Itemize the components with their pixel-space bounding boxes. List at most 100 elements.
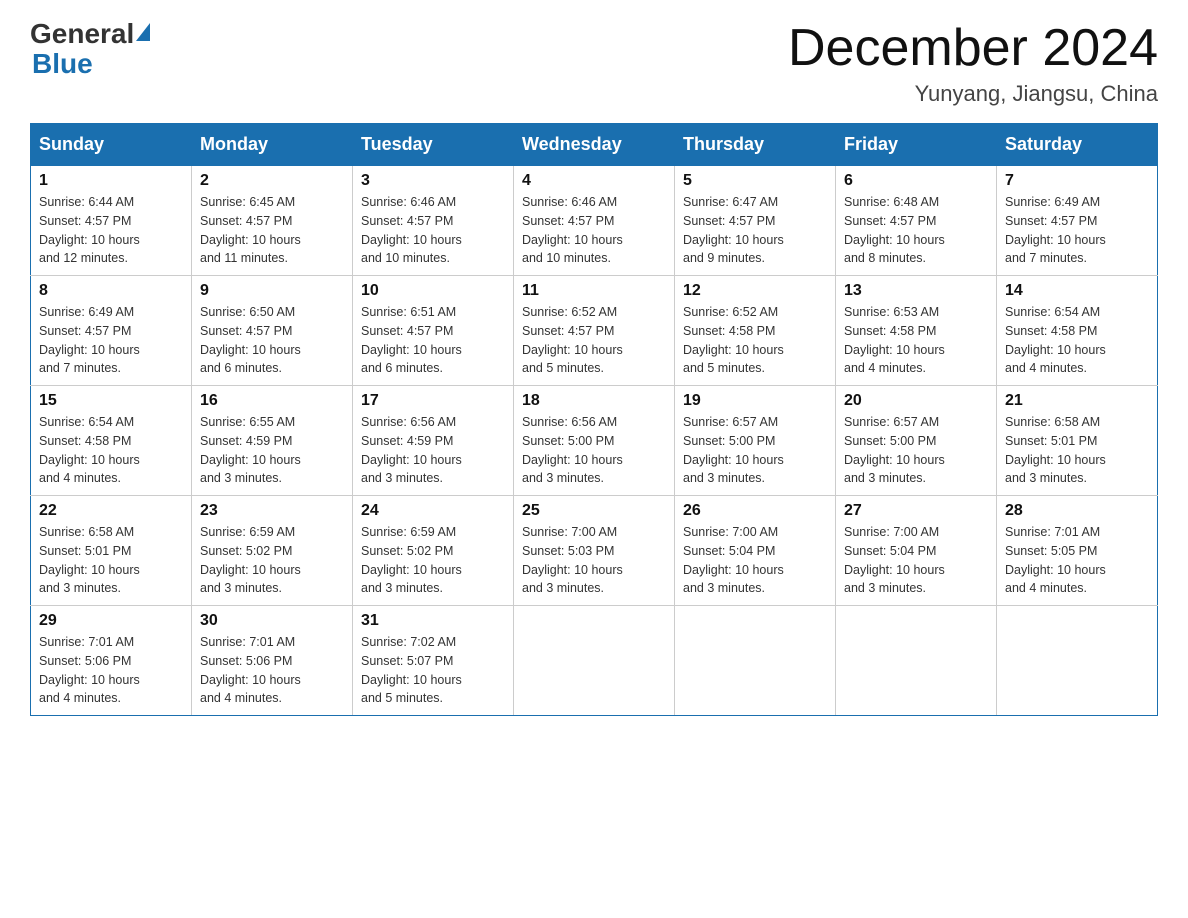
day-info: Sunrise: 7:01 AMSunset: 5:05 PMDaylight:… bbox=[1005, 523, 1149, 598]
day-info: Sunrise: 6:57 AMSunset: 5:00 PMDaylight:… bbox=[844, 413, 988, 488]
table-row: 5 Sunrise: 6:47 AMSunset: 4:57 PMDaylight… bbox=[675, 166, 836, 276]
table-row: 18Sunrise: 6:56 AMSunset: 5:00 PMDayligh… bbox=[514, 386, 675, 496]
col-tuesday: Tuesday bbox=[353, 124, 514, 166]
table-row: 9 Sunrise: 6:50 AMSunset: 4:57 PMDaylight… bbox=[192, 276, 353, 386]
day-number: 21 bbox=[1005, 392, 1149, 410]
day-number: 2 bbox=[200, 172, 344, 190]
table-row: 19Sunrise: 6:57 AMSunset: 5:00 PMDayligh… bbox=[675, 386, 836, 496]
week-row-5: 29 Sunrise: 7:01 AMSunset: 5:06 PMDayligh… bbox=[31, 606, 1158, 716]
logo-triangle-icon bbox=[136, 23, 150, 41]
day-info: Sunrise: 7:01 AMSunset: 5:06 PMDaylight:… bbox=[200, 633, 344, 708]
table-row: 22 Sunrise: 6:58 AMSunset: 5:01 PMDayligh… bbox=[31, 496, 192, 606]
table-row: 30Sunrise: 7:01 AMSunset: 5:06 PMDayligh… bbox=[192, 606, 353, 716]
day-info: Sunrise: 6:54 AMSunset: 4:58 PMDaylight:… bbox=[39, 413, 183, 488]
day-info: Sunrise: 6:55 AMSunset: 4:59 PMDaylight:… bbox=[200, 413, 344, 488]
col-saturday: Saturday bbox=[997, 124, 1158, 166]
day-info: Sunrise: 6:49 AMSunset: 4:57 PMDaylight:… bbox=[1005, 193, 1149, 268]
day-number: 4 bbox=[522, 172, 666, 190]
day-info: Sunrise: 6:52 AMSunset: 4:57 PMDaylight:… bbox=[522, 303, 666, 378]
day-number: 20 bbox=[844, 392, 988, 410]
day-number: 5 bbox=[683, 172, 827, 190]
day-number: 13 bbox=[844, 282, 988, 300]
logo: General Blue bbox=[30, 20, 152, 80]
table-row: 8Sunrise: 6:49 AMSunset: 4:57 PMDaylight… bbox=[31, 276, 192, 386]
day-number: 11 bbox=[522, 282, 666, 300]
day-info: Sunrise: 6:59 AMSunset: 5:02 PMDaylight:… bbox=[361, 523, 505, 598]
header-row: Sunday Monday Tuesday Wednesday Thursday… bbox=[31, 124, 1158, 166]
table-row: 3Sunrise: 6:46 AMSunset: 4:57 PMDaylight… bbox=[353, 166, 514, 276]
day-number: 7 bbox=[1005, 172, 1149, 190]
day-number: 9 bbox=[200, 282, 344, 300]
week-row-1: 1 Sunrise: 6:44 AMSunset: 4:57 PMDaylight… bbox=[31, 166, 1158, 276]
calendar-table: Sunday Monday Tuesday Wednesday Thursday… bbox=[30, 123, 1158, 716]
table-row: 28 Sunrise: 7:01 AMSunset: 5:05 PMDayligh… bbox=[997, 496, 1158, 606]
day-info: Sunrise: 6:47 AMSunset: 4:57 PMDaylight:… bbox=[683, 193, 827, 268]
day-number: 27 bbox=[844, 502, 988, 520]
week-row-3: 15 Sunrise: 6:54 AMSunset: 4:58 PMDayligh… bbox=[31, 386, 1158, 496]
day-number: 22 bbox=[39, 502, 183, 520]
day-number: 1 bbox=[39, 172, 183, 190]
day-info: Sunrise: 7:00 AMSunset: 5:03 PMDaylight:… bbox=[522, 523, 666, 598]
calendar-subtitle: Yunyang, Jiangsu, China bbox=[788, 81, 1158, 107]
table-row: 31Sunrise: 7:02 AMSunset: 5:07 PMDayligh… bbox=[353, 606, 514, 716]
header: General Blue December 2024 Yunyang, Jian… bbox=[30, 20, 1158, 107]
col-friday: Friday bbox=[836, 124, 997, 166]
day-info: Sunrise: 7:01 AMSunset: 5:06 PMDaylight:… bbox=[39, 633, 183, 708]
week-row-2: 8Sunrise: 6:49 AMSunset: 4:57 PMDaylight… bbox=[31, 276, 1158, 386]
logo-general-text: General bbox=[30, 20, 134, 48]
table-row: 14Sunrise: 6:54 AMSunset: 4:58 PMDayligh… bbox=[997, 276, 1158, 386]
table-row: 15 Sunrise: 6:54 AMSunset: 4:58 PMDayligh… bbox=[31, 386, 192, 496]
day-number: 24 bbox=[361, 502, 505, 520]
day-info: Sunrise: 6:58 AMSunset: 5:01 PMDaylight:… bbox=[39, 523, 183, 598]
table-row: 2 Sunrise: 6:45 AMSunset: 4:57 PMDaylight… bbox=[192, 166, 353, 276]
day-info: Sunrise: 6:50 AMSunset: 4:57 PMDaylight:… bbox=[200, 303, 344, 378]
day-number: 8 bbox=[39, 282, 183, 300]
day-info: Sunrise: 6:44 AMSunset: 4:57 PMDaylight:… bbox=[39, 193, 183, 268]
day-number: 6 bbox=[844, 172, 988, 190]
table-row: 21 Sunrise: 6:58 AMSunset: 5:01 PMDayligh… bbox=[997, 386, 1158, 496]
table-row: 26 Sunrise: 7:00 AMSunset: 5:04 PMDayligh… bbox=[675, 496, 836, 606]
title-area: December 2024 Yunyang, Jiangsu, China bbox=[788, 20, 1158, 107]
day-info: Sunrise: 6:46 AMSunset: 4:57 PMDaylight:… bbox=[522, 193, 666, 268]
day-number: 23 bbox=[200, 502, 344, 520]
table-row: 20 Sunrise: 6:57 AMSunset: 5:00 PMDayligh… bbox=[836, 386, 997, 496]
day-info: Sunrise: 6:48 AMSunset: 4:57 PMDaylight:… bbox=[844, 193, 988, 268]
table-row bbox=[997, 606, 1158, 716]
day-number: 14 bbox=[1005, 282, 1149, 300]
day-info: Sunrise: 6:52 AMSunset: 4:58 PMDaylight:… bbox=[683, 303, 827, 378]
day-info: Sunrise: 6:58 AMSunset: 5:01 PMDaylight:… bbox=[1005, 413, 1149, 488]
table-row bbox=[514, 606, 675, 716]
day-number: 25 bbox=[522, 502, 666, 520]
col-thursday: Thursday bbox=[675, 124, 836, 166]
day-info: Sunrise: 7:00 AMSunset: 5:04 PMDaylight:… bbox=[844, 523, 988, 598]
day-number: 12 bbox=[683, 282, 827, 300]
day-number: 28 bbox=[1005, 502, 1149, 520]
day-number: 16 bbox=[200, 392, 344, 410]
day-number: 18 bbox=[522, 392, 666, 410]
day-info: Sunrise: 6:51 AMSunset: 4:57 PMDaylight:… bbox=[361, 303, 505, 378]
day-number: 15 bbox=[39, 392, 183, 410]
table-row: 23 Sunrise: 6:59 AMSunset: 5:02 PMDayligh… bbox=[192, 496, 353, 606]
day-number: 17 bbox=[361, 392, 505, 410]
day-info: Sunrise: 7:00 AMSunset: 5:04 PMDaylight:… bbox=[683, 523, 827, 598]
day-info: Sunrise: 6:46 AMSunset: 4:57 PMDaylight:… bbox=[361, 193, 505, 268]
day-number: 26 bbox=[683, 502, 827, 520]
day-info: Sunrise: 6:45 AMSunset: 4:57 PMDaylight:… bbox=[200, 193, 344, 268]
table-row: 12 Sunrise: 6:52 AMSunset: 4:58 PMDayligh… bbox=[675, 276, 836, 386]
table-row: 17Sunrise: 6:56 AMSunset: 4:59 PMDayligh… bbox=[353, 386, 514, 496]
table-row: 7 Sunrise: 6:49 AMSunset: 4:57 PMDaylight… bbox=[997, 166, 1158, 276]
table-row: 27 Sunrise: 7:00 AMSunset: 5:04 PMDayligh… bbox=[836, 496, 997, 606]
week-row-4: 22 Sunrise: 6:58 AMSunset: 5:01 PMDayligh… bbox=[31, 496, 1158, 606]
day-number: 31 bbox=[361, 612, 505, 630]
table-row: 29 Sunrise: 7:01 AMSunset: 5:06 PMDayligh… bbox=[31, 606, 192, 716]
day-info: Sunrise: 6:59 AMSunset: 5:02 PMDaylight:… bbox=[200, 523, 344, 598]
col-sunday: Sunday bbox=[31, 124, 192, 166]
table-row: 16 Sunrise: 6:55 AMSunset: 4:59 PMDayligh… bbox=[192, 386, 353, 496]
day-info: Sunrise: 6:53 AMSunset: 4:58 PMDaylight:… bbox=[844, 303, 988, 378]
day-number: 29 bbox=[39, 612, 183, 630]
col-wednesday: Wednesday bbox=[514, 124, 675, 166]
table-row: 13 Sunrise: 6:53 AMSunset: 4:58 PMDayligh… bbox=[836, 276, 997, 386]
day-number: 19 bbox=[683, 392, 827, 410]
table-row: 6 Sunrise: 6:48 AMSunset: 4:57 PMDaylight… bbox=[836, 166, 997, 276]
table-row bbox=[836, 606, 997, 716]
